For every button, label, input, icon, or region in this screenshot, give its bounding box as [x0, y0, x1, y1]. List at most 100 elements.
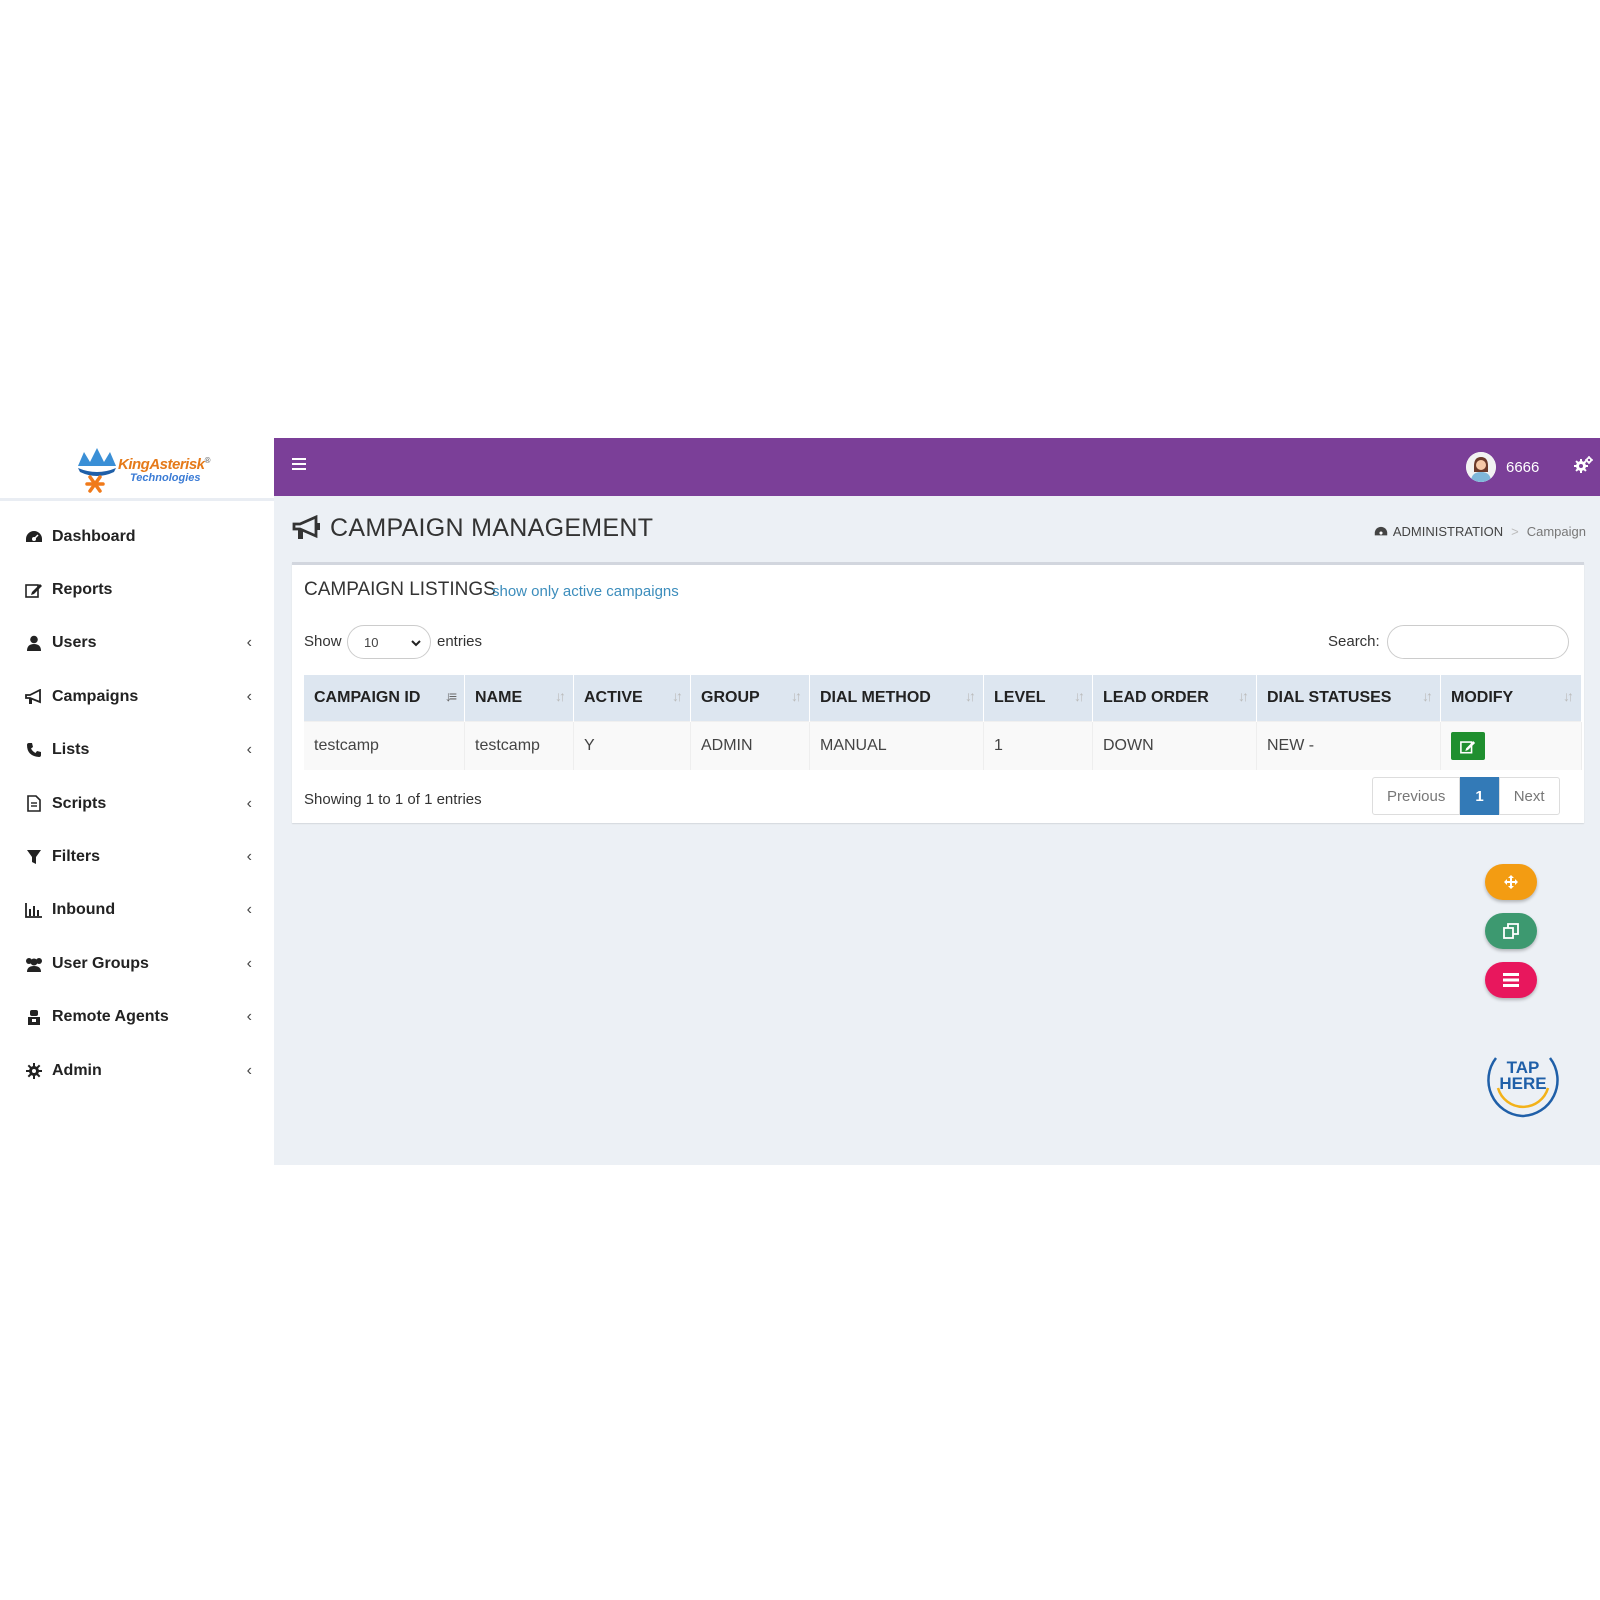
cell-active: Y	[573, 721, 691, 770]
sidebar: KingAsterisk® Technologies Dashboard Rep…	[0, 438, 274, 1165]
pagination-previous[interactable]: Previous	[1372, 777, 1461, 815]
tap-here-button[interactable]: TAP HERE	[1482, 1046, 1564, 1118]
sidebar-item-admin[interactable]: Admin ‹	[0, 1044, 274, 1097]
campaigns-table: CAMPAIGN ID ↓≡ NAME ↓↑ ACTIVE ↓↑ GROUP ↓↑ DI…	[304, 675, 1582, 770]
chevron-left-icon: ‹	[246, 901, 252, 919]
cell-campaign-id: testcamp	[304, 721, 465, 770]
table-header-row: CAMPAIGN ID ↓≡ NAME ↓↑ ACTIVE ↓↑ GROUP ↓↑ DI…	[304, 675, 1582, 722]
sidebar-item-label: Reports	[52, 581, 113, 599]
sort-icon: ↓↑	[672, 688, 683, 704]
page-header: CAMPAIGN MANAGEMENT	[292, 508, 653, 548]
chevron-left-icon: ‹	[246, 741, 252, 759]
dashboard-icon	[24, 527, 44, 547]
bullhorn-icon	[292, 515, 320, 539]
breadcrumb-separator: >	[1511, 524, 1519, 539]
bar-chart-icon	[24, 900, 44, 920]
box-title: CAMPAIGN LISTINGS	[304, 579, 496, 600]
app-window: KingAsterisk® Technologies Dashboard Rep…	[0, 438, 1600, 1165]
users-icon	[24, 954, 44, 974]
sort-asc-icon: ↓≡	[444, 688, 457, 704]
column-header-group[interactable]: GROUP ↓↑	[690, 675, 810, 722]
logo-subtext: Technologies	[130, 472, 201, 484]
sort-icon: ↓↑	[1563, 688, 1574, 704]
sidebar-item-lists[interactable]: Lists ‹	[0, 724, 274, 777]
top-navbar: 6666	[274, 438, 1600, 496]
chevron-left-icon: ‹	[246, 634, 252, 652]
sidebar-item-label: User Groups	[52, 954, 149, 972]
chevron-left-icon: ‹	[246, 954, 252, 972]
search-label: Search:	[1328, 633, 1380, 650]
copy-icon	[1503, 923, 1519, 939]
sort-icon: ↓↑	[1422, 688, 1433, 704]
table-row: testcamp testcamp Y ADMIN MANUAL 1 DOWN …	[304, 721, 1582, 770]
sidebar-item-filters[interactable]: Filters ‹	[0, 830, 274, 883]
page-length-select[interactable]: 10	[347, 625, 431, 659]
sidebar-item-remote-agents[interactable]: Remote Agents ‹	[0, 991, 274, 1044]
list-fab-button[interactable]	[1485, 962, 1537, 998]
chevron-left-icon: ‹	[246, 1008, 252, 1026]
column-header-dial-method[interactable]: DIAL METHOD ↓↑	[809, 675, 984, 722]
copy-fab-button[interactable]	[1485, 913, 1537, 949]
modify-button[interactable]	[1451, 732, 1485, 760]
arrows-icon	[1504, 875, 1518, 889]
sidebar-item-label: Scripts	[52, 794, 107, 812]
breadcrumb-current: Campaign	[1526, 524, 1586, 539]
page-title: CAMPAIGN MANAGEMENT	[330, 513, 654, 542]
table-info: Showing 1 to 1 of 1 entries	[304, 791, 482, 808]
column-header-active[interactable]: ACTIVE ↓↑	[573, 675, 691, 722]
sort-icon: ↓↑	[965, 688, 976, 704]
cell-lead-order: DOWN	[1092, 721, 1257, 770]
chevron-left-icon: ‹	[246, 848, 252, 866]
sort-icon: ↓↑	[791, 688, 802, 704]
sidebar-nav: Dashboard Reports Users ‹ Campaigns ‹ Li…	[0, 510, 274, 1097]
cell-dial-statuses: NEW -	[1256, 721, 1441, 770]
column-header-lead-order[interactable]: LEAD ORDER ↓↑	[1092, 675, 1257, 722]
move-fab-button[interactable]	[1485, 864, 1537, 900]
crown-logo-icon	[78, 448, 116, 493]
sidebar-item-inbound[interactable]: Inbound ‹	[0, 884, 274, 937]
file-icon	[24, 794, 44, 814]
pagination-page-1[interactable]: 1	[1460, 777, 1499, 815]
user-name[interactable]: 6666	[1506, 459, 1539, 476]
breadcrumb-root[interactable]: ADMINISTRATION	[1393, 524, 1503, 539]
chevron-left-icon: ‹	[246, 687, 252, 705]
sidebar-item-users[interactable]: Users ‹	[0, 617, 274, 670]
cell-modify	[1440, 721, 1582, 770]
pagination-next[interactable]: Next	[1498, 777, 1560, 815]
phone-icon	[24, 740, 44, 760]
settings-gears-icon[interactable]	[1574, 456, 1594, 474]
user-avatar[interactable]	[1466, 452, 1496, 482]
main-content: 6666 CAMPAIGN MANAGEMENT ADMINISTRATION …	[274, 438, 1600, 1165]
column-header-name[interactable]: NAME ↓↑	[464, 675, 574, 722]
menu-toggle-icon[interactable]	[292, 458, 306, 472]
logo[interactable]: KingAsterisk® Technologies	[0, 438, 274, 501]
sidebar-item-label: Lists	[52, 741, 90, 759]
sidebar-item-dashboard[interactable]: Dashboard	[0, 510, 274, 563]
sidebar-item-scripts[interactable]: Scripts ‹	[0, 777, 274, 830]
column-header-level[interactable]: LEVEL ↓↑	[983, 675, 1093, 722]
sidebar-item-label: Inbound	[52, 901, 116, 919]
sidebar-item-reports[interactable]: Reports	[0, 563, 274, 616]
cell-level: 1	[983, 721, 1093, 770]
column-header-dial-statuses[interactable]: DIAL STATUSES ↓↑	[1256, 675, 1441, 722]
list-icon	[1503, 973, 1519, 987]
cell-group: ADMIN	[690, 721, 810, 770]
edit-icon	[24, 580, 44, 600]
sidebar-item-label: Dashboard	[52, 527, 136, 545]
sort-icon: ↓↑	[555, 688, 566, 704]
show-label: Show	[304, 633, 342, 650]
sidebar-item-campaigns[interactable]: Campaigns ‹	[0, 670, 274, 723]
sidebar-item-user-groups[interactable]: User Groups ‹	[0, 937, 274, 990]
user-icon	[24, 633, 44, 653]
page-length-value: 10	[364, 634, 379, 650]
show-active-campaigns-link[interactable]: show only active campaigns	[492, 583, 679, 600]
search-input[interactable]	[1387, 625, 1569, 659]
agent-icon	[24, 1007, 44, 1027]
sort-icon: ↓↑	[1074, 688, 1085, 704]
column-header-campaign-id[interactable]: CAMPAIGN ID ↓≡	[304, 675, 465, 722]
gear-icon	[24, 1061, 44, 1081]
pagination: Previous 1 Next	[1372, 777, 1560, 815]
logo-text: KingAsterisk®	[118, 456, 210, 473]
dashboard-icon	[1374, 526, 1388, 536]
column-header-modify[interactable]: MODIFY ↓↑	[1440, 675, 1582, 722]
